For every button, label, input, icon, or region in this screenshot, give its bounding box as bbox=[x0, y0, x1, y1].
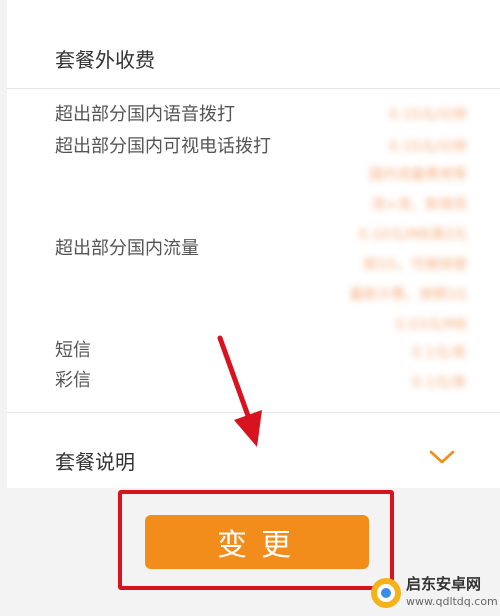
section-divider bbox=[7, 412, 500, 413]
fee-value-video-note-1: 国内流量费用等 bbox=[369, 167, 467, 183]
fee-value-voice: 0.15元/分钟 bbox=[389, 107, 467, 123]
fee-label-voice: 超出部分国内语音拨打 bbox=[55, 104, 235, 125]
fee-value-video-note-2: 流+流、新增资 bbox=[371, 197, 467, 213]
fee-label-video: 超出部分国内可视电话拨打 bbox=[55, 136, 271, 157]
chevron-down-icon[interactable] bbox=[428, 448, 456, 466]
fee-value-video: 0.15元/分钟 bbox=[389, 139, 467, 155]
fee-details-card: 套餐外收费 超出部分国内语音拨打 0.15元/分钟 超出部分国内可视电话拨打 0… bbox=[7, 0, 500, 488]
fee-value-mms: 0.1元/条 bbox=[412, 375, 467, 391]
fee-value-data-3: 量新计费，按照1G bbox=[349, 287, 467, 303]
change-button[interactable]: 变更 bbox=[145, 515, 369, 569]
fee-value-data-4: 0.03元/MB bbox=[395, 317, 467, 333]
fee-value-sms: 0.1元/条 bbox=[412, 345, 467, 361]
fee-value-data-2: 按1G，可继续使 bbox=[363, 257, 467, 273]
fee-label-sms: 短信 bbox=[55, 340, 91, 361]
section-divider bbox=[7, 88, 500, 89]
fee-value-data-1: 0.10元/MB满3元 bbox=[358, 227, 467, 243]
fee-label-data: 超出部分国内流量 bbox=[55, 238, 199, 259]
plan-description-toggle[interactable]: 套餐说明 bbox=[55, 450, 135, 474]
extra-fees-title: 套餐外收费 bbox=[55, 48, 155, 72]
fee-label-mms: 彩信 bbox=[55, 370, 91, 391]
